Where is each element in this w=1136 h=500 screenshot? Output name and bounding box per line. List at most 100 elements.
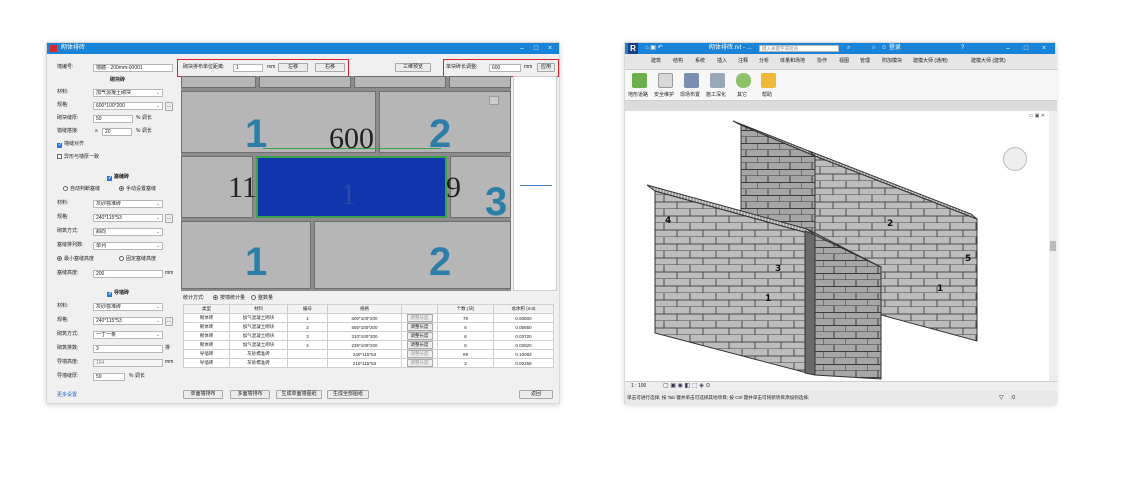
wall-name-input[interactable]: 墙體 - 200mm-00001: [93, 64, 173, 72]
close-button[interactable]: ×: [543, 43, 557, 54]
login-button[interactable]: ☺ 登录: [881, 43, 901, 54]
table-row[interactable]: 砌体砖 加气混凝土砌块 1 600*100*200 调整长度 78 0.93600: [183, 313, 554, 323]
more-settings-link[interactable]: 更多设置: [57, 392, 77, 399]
shield-icon[interactable]: [736, 73, 751, 88]
top-spec-more-button[interactable]: …: [165, 214, 173, 223]
single-wall-drawing-button[interactable]: 生成单面墙图纸: [276, 390, 322, 399]
filter-icon[interactable]: ▽: [999, 394, 1004, 401]
fixed-height-radio[interactable]: 固定塞缝高度: [119, 256, 156, 263]
safety-icon[interactable]: [658, 73, 673, 88]
minimize-button[interactable]: –: [515, 43, 529, 54]
tab-systems[interactable]: 系统: [695, 58, 705, 65]
gap-input[interactable]: 50: [93, 373, 125, 381]
bottom-arrangement-label: 砌筑方式:: [57, 331, 79, 337]
adjust-length-button[interactable]: 调整长度: [406, 332, 433, 340]
maximize-button[interactable]: □: [529, 43, 543, 54]
tab-analyze[interactable]: 分析: [759, 58, 769, 65]
rows-input[interactable]: 3: [93, 345, 163, 353]
multi-wall-layout-button[interactable]: 多面墙排布: [230, 390, 270, 399]
block-spec-more-button[interactable]: …: [165, 102, 173, 111]
move-left-button[interactable]: 左移: [278, 63, 308, 72]
tab-massing[interactable]: 体量和场地: [780, 58, 805, 65]
base-height-unit: mm: [165, 359, 174, 365]
view-control-icons[interactable]: ▢ ▣ ◉ ◧ ⬚ ◈ ⊙: [663, 382, 711, 389]
preview-3d-button[interactable]: 三维预览: [395, 63, 431, 72]
spacing-unit: % 调长: [136, 128, 152, 134]
adjust-length-button[interactable]: 调整长度: [406, 350, 433, 358]
bottom-section-title[interactable]: ✓ 导墙砖: [107, 290, 129, 297]
3d-viewport[interactable]: ▭ ▣ ✕ 4 3 1 5 2 1: [625, 111, 1049, 381]
same-checkbox[interactable]: 异形与墙厚一致: [57, 154, 99, 161]
single-wall-layout-button[interactable]: 单面墙排布: [183, 390, 223, 399]
bottom-arrangement-select[interactable]: 一丁一条 ⌄: [93, 331, 163, 339]
view-scale[interactable]: 1 : 100: [631, 383, 646, 389]
star-icon[interactable]: ☆: [871, 43, 876, 54]
block-material-select[interactable]: 加气混凝土砌块 ⌄: [93, 89, 163, 97]
tab-modeler-arch[interactable]: 建模大师 (建筑): [971, 58, 1006, 65]
tab-collaborate[interactable]: 协作: [817, 58, 827, 65]
apply-button[interactable]: 应用: [537, 63, 555, 72]
seam-checkbox[interactable]: ✓ 墙缝对齐: [57, 141, 84, 148]
offset-input[interactable]: 1: [233, 64, 263, 72]
tab-addins[interactable]: 附加模块: [882, 58, 902, 65]
block-spec-select[interactable]: 600*100*200 ⌄: [93, 102, 163, 110]
tab-annotate[interactable]: 注释: [738, 58, 748, 65]
table-row[interactable]: 导墙砖 灰砂標准砖 210*115*53 调整长度 2 0.00256: [183, 358, 554, 368]
adjust-length-button[interactable]: 调整长度: [406, 314, 433, 322]
top-section-title[interactable]: ✓ 塞缝砖: [107, 174, 129, 181]
tab-modeler-general[interactable]: 建模大师 (通用): [913, 58, 948, 65]
tab-structure[interactable]: 结构: [673, 58, 683, 65]
top-rows-select[interactable]: 单列 ⌄: [93, 242, 163, 250]
bottom-spec-more-button[interactable]: …: [165, 317, 173, 326]
move-right-button[interactable]: 右移: [315, 63, 345, 72]
table-row[interactable]: 砌体砖 加气混凝土砌块 3 310*100*200 调整长度 6 0.03720: [183, 331, 554, 341]
block-material-label: 材料:: [57, 89, 69, 95]
status-text: 单击可进行选择; 按 Tab 键并单击可选择其他项目; 按 Ctrl 键并单击可…: [627, 395, 810, 400]
scroll-thumb[interactable]: [1050, 241, 1056, 251]
table-row[interactable]: 砌体砖 加气混凝土砌块 2 555*100*200 调整长度 6 0.06660: [183, 322, 554, 332]
tab-insert[interactable]: 插入: [717, 58, 727, 65]
bottom-spec-select[interactable]: 240*115*53 ⌄: [93, 317, 163, 325]
close-button[interactable]: ×: [1037, 43, 1051, 54]
help-icon[interactable]: ?: [961, 43, 964, 54]
chevron-down-icon: ⌄: [155, 229, 160, 235]
arrangement-select[interactable]: 斜向 ⌄: [93, 228, 163, 236]
layout-canvas[interactable]: 1 600 2 11 1 9 3 1 2: [181, 76, 511, 291]
canvas-corner-icon[interactable]: [489, 96, 499, 105]
all-drawings-button[interactable]: 生成全部图纸: [327, 390, 369, 399]
adjust-length-button[interactable]: 调整长度: [406, 323, 433, 331]
adjust-length-button[interactable]: 调整长度: [406, 359, 433, 367]
manual-radio[interactable]: 手动设置塞缝: [119, 186, 156, 193]
brick-number-1b: 1: [245, 240, 268, 284]
mortar-input[interactable]: 50: [93, 115, 133, 123]
tab-manage[interactable]: 管理: [860, 58, 870, 65]
brick-length-input[interactable]: 600: [489, 64, 521, 72]
table-row[interactable]: 导墙砖 灰砂標准砖 240*115*53 调整长度 69 0.10093: [183, 349, 554, 359]
help-key-icon[interactable]: [761, 73, 776, 88]
search-icon[interactable]: ⌕: [847, 43, 850, 54]
vertical-scrollbar[interactable]: [1049, 111, 1057, 381]
tab-architecture[interactable]: 建筑: [651, 58, 661, 65]
table-row[interactable]: 砌体砖 加气混凝土砌块 4 235*100*200 调整长度 6 0.02820: [183, 340, 554, 350]
top-spec-select[interactable]: 240*115*53 ⌄: [93, 214, 163, 222]
return-button[interactable]: 返回: [519, 390, 553, 399]
spacing-input[interactable]: 20: [102, 128, 132, 136]
auto-radio[interactable]: 自动判断塞缝: [63, 186, 100, 193]
min-height-radio[interactable]: 最小塞缝高度: [57, 256, 94, 263]
search-input[interactable]: 键入关键字或短语: [759, 45, 839, 52]
top-material-select[interactable]: 灰砂標准砖 ⌄: [93, 200, 163, 208]
window-title: 砌体排砖.rvt - ...: [709, 45, 752, 51]
quick-access-icons[interactable]: ⌂ ▣ ↶: [645, 43, 663, 54]
minimize-button[interactable]: –: [1001, 43, 1015, 54]
site-layout-icon[interactable]: [684, 73, 699, 88]
terrain-road-icon[interactable]: [632, 73, 647, 88]
revit-logo-icon[interactable]: R: [628, 43, 638, 54]
stats-by-wall-radio[interactable]: 按墙统计量: [213, 295, 245, 302]
adjust-length-button[interactable]: 调整长度: [406, 341, 433, 349]
construction-icon[interactable]: [710, 73, 725, 88]
maximize-button[interactable]: □: [1019, 43, 1033, 54]
bottom-material-select[interactable]: 灰砂標准砖 ⌄: [93, 303, 163, 311]
top-height-input[interactable]: 200: [93, 270, 163, 278]
stats-integer-radio[interactable]: 整数量: [251, 295, 273, 302]
tab-view[interactable]: 视图: [839, 58, 849, 65]
